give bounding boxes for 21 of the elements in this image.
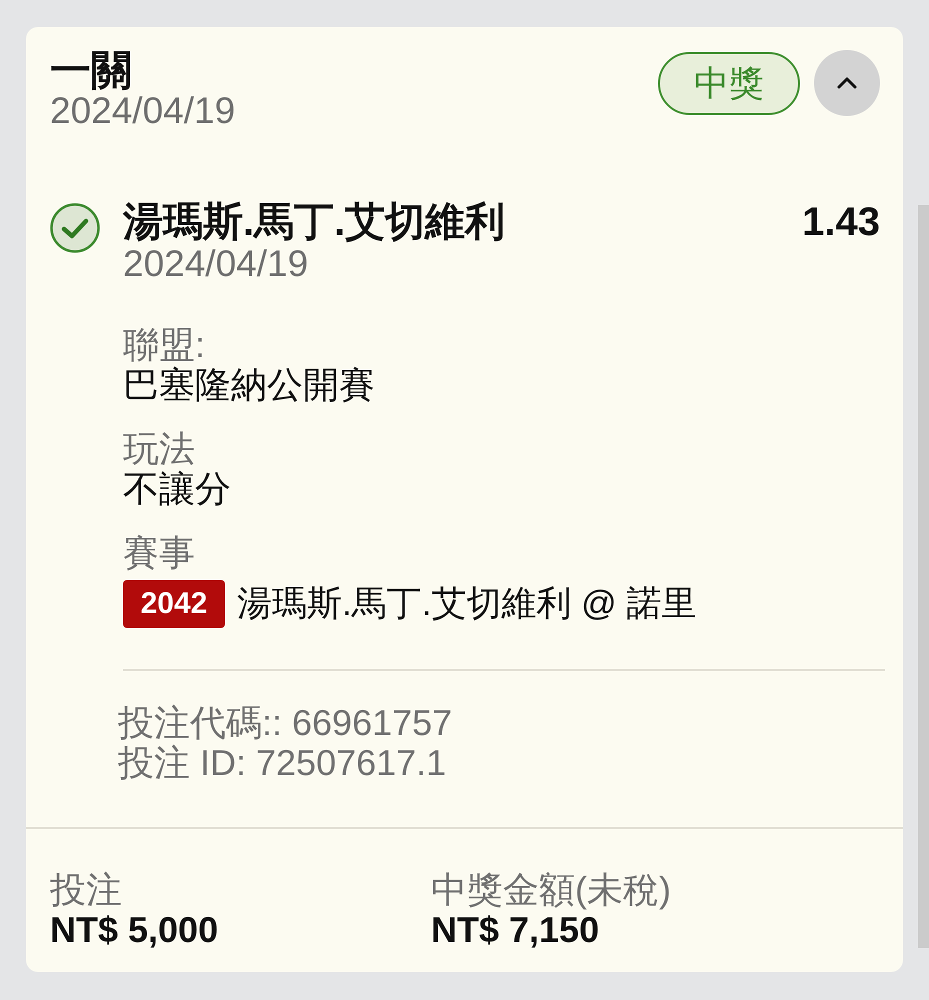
event-number-badge: 2042 [123, 580, 225, 628]
bet-code: 投注代碼:: 66961757 [118, 703, 452, 743]
detail-label: 玩法 [123, 429, 195, 469]
bet-id: 投注 ID: 72507617.1 [118, 743, 446, 783]
detail-value: 不讓分 [123, 469, 231, 509]
bet-type-title: 一關 [50, 49, 132, 91]
odds-value: 1.43 [802, 200, 880, 244]
summary-label: 中獎金額(未稅) [431, 870, 671, 910]
event-name: 湯瑪斯.馬丁.艾切維利 @ 諾里 [237, 584, 696, 624]
status-badge: 中獎 [658, 52, 800, 115]
detail-label: 賽事 [123, 533, 195, 573]
summary-amount: NT$ 5,000 [50, 910, 218, 950]
selection-date: 2024/04/19 [123, 244, 308, 284]
scrollbar-thumb[interactable] [918, 205, 929, 948]
caret-up-icon [837, 77, 857, 89]
detail-value: 巴塞隆納公開賽 [123, 365, 375, 405]
detail-label: 聯盟: [123, 325, 206, 365]
selection-name: 湯瑪斯.馬丁.艾切維利 [123, 200, 506, 244]
summary-amount: NT$ 7,150 [431, 910, 600, 950]
bet-date: 2024/04/19 [50, 91, 236, 131]
summary-label: 投注 [50, 870, 122, 910]
